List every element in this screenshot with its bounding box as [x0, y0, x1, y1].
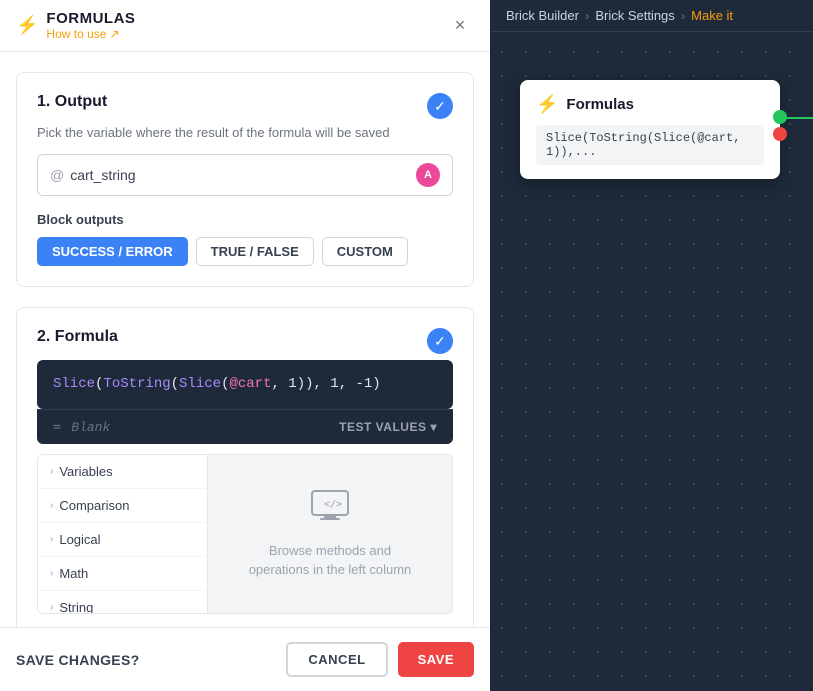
avatar-badge: A: [416, 163, 440, 187]
output-check-icon: ✓: [427, 93, 453, 119]
eval-result: = Blank: [53, 418, 110, 436]
connector-line: [780, 117, 813, 119]
output-section-title: 1. Output: [37, 93, 107, 111]
right-panel: Brick Builder › Brick Settings › Make it…: [490, 0, 813, 691]
method-comparison[interactable]: › Comparison: [38, 489, 207, 523]
chevron-down-icon: ▾: [430, 420, 437, 434]
formula-check-icon: ✓: [427, 328, 453, 354]
left-panel: ⚡ FORMULAS How to use ↗ × 1. Output ✓ Pi…: [0, 0, 490, 691]
method-label: Logical: [59, 532, 100, 547]
breadcrumb-brick-settings[interactable]: Brick Settings: [595, 8, 674, 23]
variable-input-wrapper[interactable]: @ cart_string A: [37, 154, 453, 196]
methods-list: › Variables › Comparison › Logical › Mat…: [38, 455, 208, 613]
eval-blank: Blank: [71, 420, 110, 435]
footer-actions: CANCEL SAVE: [286, 642, 474, 677]
formula-section-title: 2. Formula: [37, 328, 118, 346]
method-chevron-icon: ›: [50, 534, 53, 545]
card-title: Formulas: [566, 96, 634, 113]
at-sign: @: [50, 167, 64, 183]
method-chevron-icon: ›: [50, 602, 53, 613]
method-logical[interactable]: › Logical: [38, 523, 207, 557]
breadcrumb-sep-2: ›: [681, 8, 685, 23]
app-title: FORMULAS: [46, 10, 135, 27]
methods-area: › Variables › Comparison › Logical › Mat…: [37, 454, 453, 614]
cancel-button[interactable]: CANCEL: [286, 642, 387, 677]
formula-card: ⚡ Formulas Slice(ToString(Slice(@cart, 1…: [520, 80, 780, 179]
panel-header: ⚡ FORMULAS How to use ↗ ×: [0, 0, 490, 52]
header-title-block: FORMULAS How to use ↗: [46, 10, 135, 41]
formula-section-header: 2. Formula ✓: [37, 328, 453, 354]
save-button[interactable]: SAVE: [398, 642, 474, 677]
method-label: Math: [59, 566, 88, 581]
formula-section: 2. Formula ✓ Slice(ToString(Slice(@cart,…: [16, 307, 474, 627]
method-string[interactable]: › String: [38, 591, 207, 613]
method-variables[interactable]: › Variables: [38, 455, 207, 489]
header-left: ⚡ FORMULAS How to use ↗: [16, 10, 135, 41]
method-math[interactable]: › Math: [38, 557, 207, 591]
browse-panel: </> Browse methods andoperations in the …: [208, 455, 452, 613]
block-outputs-label: Block outputs: [37, 212, 453, 227]
svg-text:</>: </>: [324, 499, 342, 510]
eval-sign: =: [53, 420, 61, 435]
external-link-icon: ↗: [109, 27, 119, 41]
monitor-icon: </>: [310, 489, 350, 531]
panel-content: 1. Output ✓ Pick the variable where the …: [0, 52, 490, 627]
output-section: 1. Output ✓ Pick the variable where the …: [16, 72, 474, 287]
method-label: Variables: [59, 464, 112, 479]
method-label: Comparison: [59, 498, 129, 513]
toggle-group: SUCCESS / ERROR TRUE / FALSE CUSTOM: [37, 237, 453, 266]
how-to-use-link[interactable]: How to use ↗: [46, 27, 135, 41]
browse-text: Browse methods andoperations in the left…: [249, 541, 412, 580]
var-cart: @cart: [229, 376, 271, 392]
connection-dot-red: [773, 127, 787, 141]
panel-footer: SAVE CHANGES? CANCEL SAVE: [0, 627, 490, 691]
close-button[interactable]: ×: [446, 12, 474, 40]
test-values-button[interactable]: TEST VALUES ▾: [339, 420, 437, 434]
fn-slice-inner: Slice: [179, 376, 221, 392]
footer-label: SAVE CHANGES?: [16, 652, 139, 668]
method-chevron-icon: ›: [50, 466, 53, 477]
formula-code-box[interactable]: Slice(ToString(Slice(@cart, 1)), 1, -1): [37, 360, 453, 409]
toggle-success-error[interactable]: SUCCESS / ERROR: [37, 237, 188, 266]
card-lightning-icon: ⚡: [536, 94, 558, 115]
output-subtitle: Pick the variable where the result of th…: [37, 125, 453, 140]
toggle-custom[interactable]: CUSTOM: [322, 237, 408, 266]
card-code: Slice(ToString(Slice(@cart, 1)),...: [536, 125, 764, 165]
formula-card-header: ⚡ Formulas: [536, 94, 764, 115]
breadcrumb-make-it[interactable]: Make it: [691, 8, 733, 23]
method-chevron-icon: ›: [50, 568, 53, 579]
breadcrumb: Brick Builder › Brick Settings › Make it: [490, 0, 813, 32]
method-chevron-icon: ›: [50, 500, 53, 511]
breadcrumb-brick-builder[interactable]: Brick Builder: [506, 8, 579, 23]
fn-tostring: ToString: [103, 376, 170, 392]
toggle-true-false[interactable]: TRUE / FALSE: [196, 237, 314, 266]
breadcrumb-sep-1: ›: [585, 8, 589, 23]
lightning-icon: ⚡: [16, 15, 38, 36]
variable-name: cart_string: [70, 167, 416, 183]
method-label: String: [59, 600, 93, 613]
fn-slice-outer: Slice: [53, 376, 95, 392]
formula-eval-row: = Blank TEST VALUES ▾: [37, 409, 453, 444]
output-section-header: 1. Output ✓: [37, 93, 453, 119]
formula-code-display: Slice(ToString(Slice(@cart, 1)), 1, -1): [53, 374, 437, 395]
